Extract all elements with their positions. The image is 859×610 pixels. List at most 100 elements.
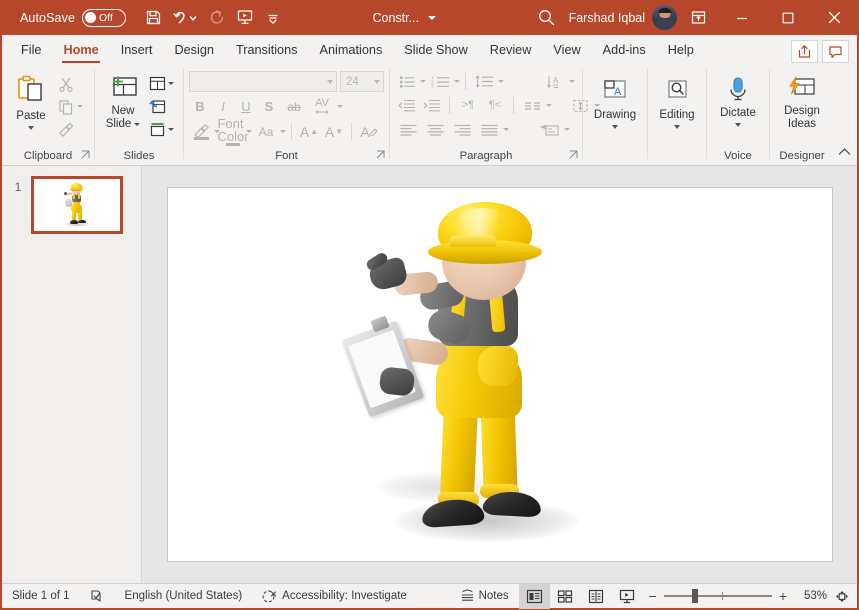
cut-button[interactable] bbox=[55, 73, 77, 94]
avatar[interactable] bbox=[652, 5, 677, 30]
minimize-button[interactable] bbox=[719, 0, 765, 35]
chevron-down-icon[interactable] bbox=[564, 128, 570, 131]
columns-button[interactable] bbox=[519, 95, 545, 116]
convert-to-smartart-button[interactable] bbox=[535, 119, 563, 140]
slide-thumbnail-1[interactable] bbox=[31, 176, 123, 234]
chevron-down-icon[interactable] bbox=[454, 80, 460, 83]
increase-indent-button[interactable] bbox=[420, 95, 444, 116]
layout-button[interactable] bbox=[146, 73, 168, 94]
decrease-indent-button[interactable] bbox=[395, 95, 419, 116]
character-spacing-button[interactable]: AV bbox=[308, 96, 336, 117]
tab-add-ins[interactable]: Add-ins bbox=[592, 35, 657, 65]
font-name-input[interactable] bbox=[189, 71, 337, 92]
paragraph-dialog-launcher-icon[interactable] bbox=[569, 150, 578, 162]
zoom-percent-label[interactable]: 53% bbox=[793, 590, 827, 602]
tab-view[interactable]: View bbox=[542, 35, 591, 65]
align-left-button[interactable] bbox=[395, 119, 421, 140]
rtl-text-direction-button[interactable]: ¶< bbox=[482, 95, 508, 116]
close-button[interactable] bbox=[811, 0, 857, 35]
autosave-control[interactable]: AutoSave Off bbox=[20, 9, 126, 27]
paste-button[interactable]: Paste bbox=[7, 71, 55, 130]
zoom-in-button[interactable]: + bbox=[779, 589, 787, 603]
tab-home[interactable]: Home bbox=[52, 35, 109, 65]
new-slide-button[interactable]: New Slide bbox=[100, 71, 146, 130]
normal-view-button[interactable] bbox=[519, 584, 550, 609]
clipboard-dialog-launcher-icon[interactable] bbox=[81, 150, 90, 162]
bold-button[interactable]: B bbox=[189, 96, 211, 117]
document-title[interactable]: Constr... bbox=[373, 11, 437, 25]
chevron-down-icon[interactable] bbox=[168, 82, 174, 85]
underline-button[interactable]: U bbox=[235, 96, 257, 117]
ltr-text-direction-button[interactable]: >¶ bbox=[455, 95, 481, 116]
worker-image[interactable] bbox=[346, 200, 656, 555]
drawing-button[interactable]: A Drawing bbox=[589, 75, 641, 129]
copy-button[interactable] bbox=[55, 96, 77, 117]
editing-button[interactable]: Editing bbox=[654, 75, 699, 129]
font-size-input[interactable]: 24 bbox=[340, 71, 384, 92]
chevron-down-icon[interactable] bbox=[337, 105, 343, 108]
slide-sorter-view-button[interactable] bbox=[550, 584, 581, 609]
chevron-down-icon[interactable] bbox=[327, 80, 333, 84]
tab-design[interactable]: Design bbox=[163, 35, 225, 65]
justify-button[interactable] bbox=[476, 119, 502, 140]
start-slideshow-icon[interactable] bbox=[232, 5, 258, 31]
slide-canvas[interactable] bbox=[167, 187, 833, 562]
align-right-button[interactable] bbox=[449, 119, 475, 140]
clear-formatting-button[interactable]: A bbox=[357, 121, 381, 142]
section-button[interactable] bbox=[146, 119, 168, 140]
notes-button[interactable]: Notes bbox=[450, 584, 519, 608]
tab-insert[interactable]: Insert bbox=[110, 35, 164, 65]
line-spacing-button[interactable] bbox=[471, 71, 497, 92]
chevron-down-icon[interactable] bbox=[569, 80, 575, 83]
redo-icon[interactable] bbox=[204, 5, 230, 31]
tab-help[interactable]: Help bbox=[657, 35, 705, 65]
chevron-down-icon[interactable] bbox=[280, 130, 286, 133]
accessibility-status[interactable]: Accessibility: Investigate bbox=[252, 584, 417, 608]
numbering-button[interactable]: 123 bbox=[427, 71, 453, 92]
chevron-down-icon[interactable] bbox=[498, 80, 504, 83]
maximize-button[interactable] bbox=[765, 0, 811, 35]
tab-transitions[interactable]: Transitions bbox=[225, 35, 309, 65]
spellcheck-button[interactable] bbox=[80, 584, 115, 608]
text-shadow-button[interactable]: S bbox=[258, 96, 280, 117]
ribbon-display-options-icon[interactable] bbox=[677, 0, 719, 35]
reset-button[interactable] bbox=[146, 96, 168, 117]
collapse-ribbon-icon[interactable] bbox=[838, 144, 851, 162]
slide-thumbnail-pane[interactable]: 1 bbox=[2, 166, 142, 583]
zoom-handle[interactable] bbox=[692, 589, 698, 603]
zoom-slider[interactable]: − + bbox=[643, 589, 793, 603]
tab-review[interactable]: Review bbox=[479, 35, 543, 65]
reading-view-button[interactable] bbox=[581, 584, 612, 609]
text-direction-button[interactable]: A bbox=[542, 71, 568, 92]
chevron-down-icon[interactable] bbox=[168, 128, 174, 131]
chevron-down-icon[interactable] bbox=[503, 128, 509, 131]
thumbnail-row[interactable]: 1 bbox=[2, 176, 141, 234]
strikethrough-button[interactable]: ab bbox=[281, 96, 307, 117]
tab-file[interactable]: File bbox=[10, 35, 52, 65]
bullets-button[interactable] bbox=[395, 71, 419, 92]
chevron-down-icon[interactable] bbox=[612, 125, 618, 129]
slide-count[interactable]: Slide 1 of 1 bbox=[2, 584, 80, 608]
font-color-button[interactable]: Font Color bbox=[221, 121, 245, 142]
language-status[interactable]: English (United States) bbox=[115, 584, 253, 608]
chevron-down-icon[interactable] bbox=[374, 80, 380, 84]
text-highlight-color-button[interactable] bbox=[189, 121, 213, 142]
chevron-down-icon[interactable] bbox=[28, 126, 34, 130]
zoom-out-button[interactable]: − bbox=[649, 589, 657, 603]
chevron-down-icon[interactable] bbox=[674, 125, 680, 129]
align-center-button[interactable] bbox=[422, 119, 448, 140]
tab-slide-show[interactable]: Slide Show bbox=[393, 35, 478, 65]
fit-slide-button[interactable] bbox=[827, 584, 857, 609]
chevron-down-icon[interactable] bbox=[735, 123, 741, 127]
undo-icon[interactable] bbox=[168, 5, 202, 31]
chevron-down-icon[interactable] bbox=[134, 123, 140, 126]
italic-button[interactable]: I bbox=[212, 96, 234, 117]
share-icon[interactable] bbox=[791, 40, 818, 63]
chevron-down-icon[interactable] bbox=[77, 105, 83, 108]
format-painter-button[interactable] bbox=[55, 119, 77, 140]
search-icon[interactable] bbox=[525, 0, 569, 35]
change-case-button[interactable]: Aa bbox=[253, 121, 279, 142]
save-icon[interactable] bbox=[140, 5, 166, 31]
design-ideas-button[interactable]: Design Ideas bbox=[779, 73, 825, 130]
chevron-down-icon[interactable] bbox=[246, 130, 252, 133]
